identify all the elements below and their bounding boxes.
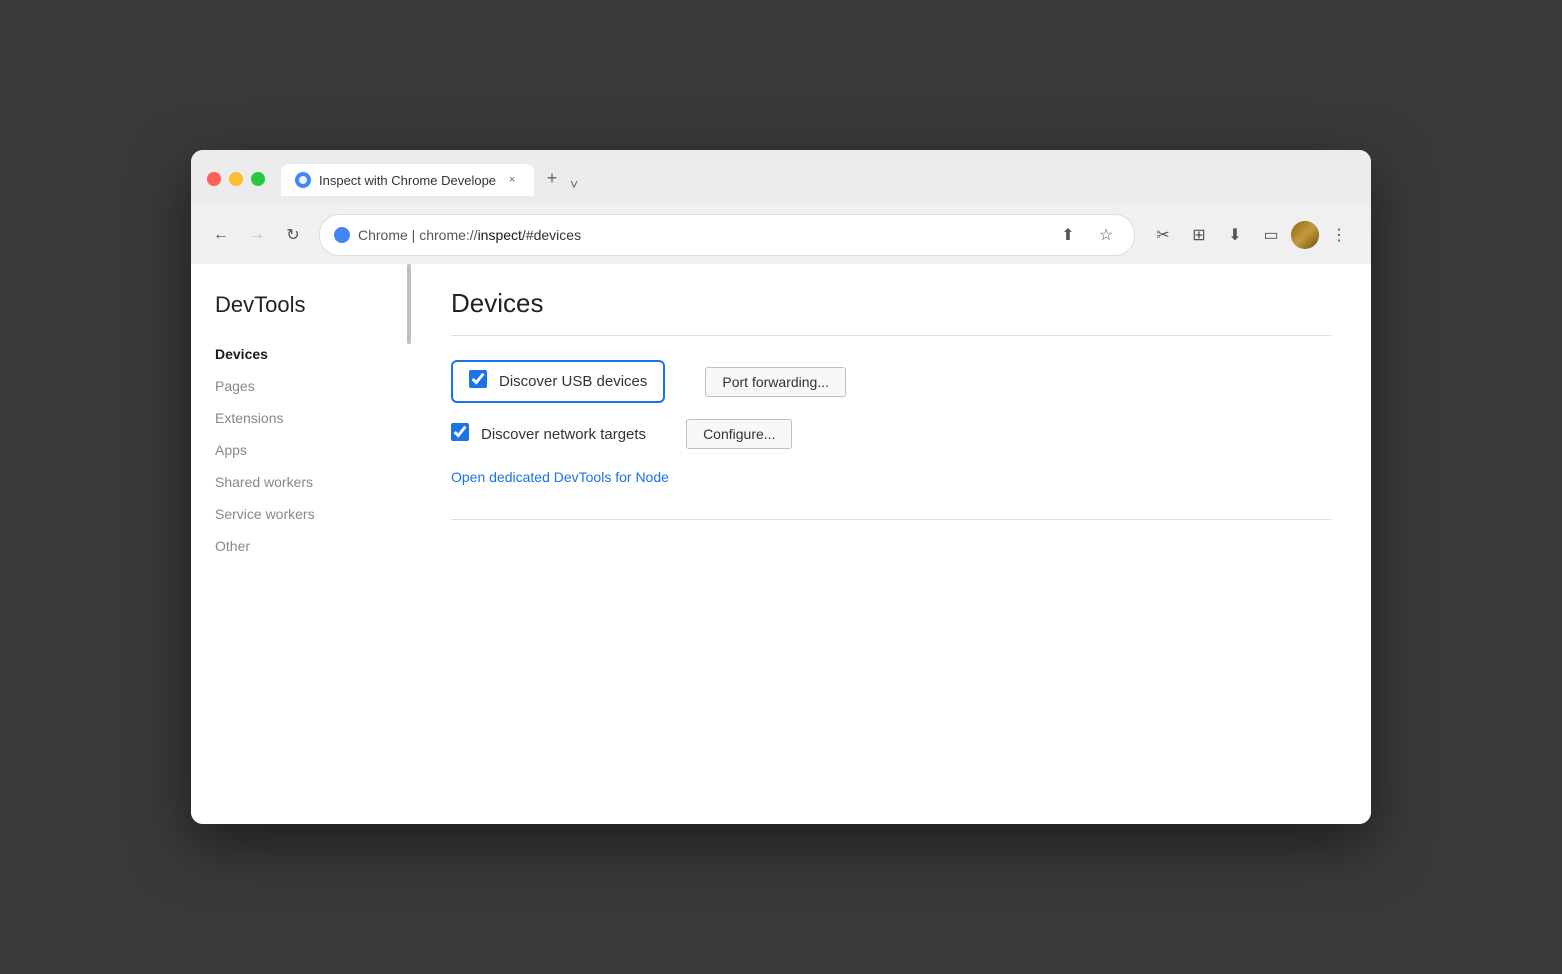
usb-option-highlighted: Discover USB devices — [451, 360, 665, 403]
close-button[interactable] — [207, 172, 221, 186]
tab-title: Inspect with Chrome Develope — [319, 173, 496, 188]
tab-list-chevron[interactable]: ˅ — [570, 176, 578, 192]
url-text: Chrome | chrome://inspect/#devices — [358, 227, 1046, 243]
discover-network-checkbox[interactable] — [451, 423, 469, 441]
port-forwarding-button[interactable]: Port forwarding... — [705, 367, 846, 397]
network-option-row: Discover network targets Configure... — [451, 419, 1331, 449]
network-checkbox-label[interactable]: Discover network targets — [451, 423, 646, 445]
maximize-button[interactable] — [251, 172, 265, 186]
tab-favicon — [295, 172, 311, 188]
url-bar[interactable]: Chrome | chrome://inspect/#devices ⬆ ☆ — [319, 214, 1135, 256]
avatar-image — [1291, 221, 1319, 249]
sidebar-item-label: Other — [215, 538, 250, 554]
address-bar: ← → ↻ Chrome | chrome://inspect/#devices… — [191, 206, 1371, 264]
bookmark-button[interactable]: ☆ — [1092, 221, 1120, 249]
tab-close-button[interactable]: × — [504, 172, 520, 188]
url-actions: ⬆ ☆ — [1054, 221, 1120, 249]
node-link-row: Open dedicated DevTools for Node — [451, 465, 1331, 487]
traffic-lights — [207, 172, 265, 186]
extensions-icon[interactable]: ⊞ — [1183, 219, 1215, 251]
sidebar-item-label: Extensions — [215, 410, 283, 426]
configure-button[interactable]: Configure... — [686, 419, 792, 449]
sidebar-item-label: Devices — [215, 346, 268, 362]
usb-checkbox-label: Discover USB devices — [499, 373, 647, 390]
new-tab-button[interactable]: + — [536, 162, 568, 194]
sidebar: DevTools Devices Pages Extensions Apps S… — [191, 264, 411, 824]
scissors-icon[interactable]: ✂ — [1147, 219, 1179, 251]
back-button[interactable]: ← — [207, 221, 235, 249]
url-scheme: Chrome | chrome:// — [358, 227, 478, 243]
discover-usb-checkbox[interactable] — [469, 370, 487, 388]
download-icon[interactable]: ⬇ — [1219, 219, 1251, 251]
sidebar-item-label: Shared workers — [215, 474, 313, 490]
sidebar-item-devices[interactable]: Devices — [191, 338, 411, 370]
browser-window: Inspect with Chrome Develope × + ˅ ← → ↻… — [191, 150, 1371, 824]
options-area: Discover USB devices Port forwarding... … — [451, 360, 1331, 487]
tab-bar: Inspect with Chrome Develope × + ˅ — [281, 162, 578, 196]
active-tab[interactable]: Inspect with Chrome Develope × — [281, 164, 534, 196]
sidebar-item-label: Service workers — [215, 506, 315, 522]
sidebar-item-label: Apps — [215, 442, 247, 458]
minimize-button[interactable] — [229, 172, 243, 186]
sidebar-title: DevTools — [191, 288, 411, 338]
share-button[interactable]: ⬆ — [1054, 221, 1082, 249]
nav-buttons: ← → ↻ — [207, 221, 307, 249]
menu-icon[interactable]: ⋮ — [1323, 219, 1355, 251]
sidebar-item-apps[interactable]: Apps — [191, 434, 411, 466]
split-icon[interactable]: ▭ — [1255, 219, 1287, 251]
site-icon — [334, 227, 350, 243]
bottom-divider — [451, 519, 1331, 520]
sidebar-item-shared-workers[interactable]: Shared workers — [191, 466, 411, 498]
avatar[interactable] — [1291, 221, 1319, 249]
usb-option-row: Discover USB devices Port forwarding... — [451, 360, 1331, 403]
url-hash: /#devices — [522, 227, 581, 243]
url-path: inspect — [478, 227, 522, 243]
sidebar-item-label: Pages — [215, 378, 255, 394]
network-checkbox-wrapper — [451, 423, 469, 445]
sidebar-scrollbar — [407, 264, 411, 344]
sidebar-item-pages[interactable]: Pages — [191, 370, 411, 402]
page-title: Devices — [451, 288, 1331, 319]
main-panel: Devices Discover USB devices Port forwar… — [411, 264, 1371, 824]
title-bar: Inspect with Chrome Develope × + ˅ — [191, 150, 1371, 206]
refresh-button[interactable]: ↻ — [279, 221, 307, 249]
sidebar-item-other[interactable]: Other — [191, 530, 411, 562]
sidebar-item-service-workers[interactable]: Service workers — [191, 498, 411, 530]
forward-button[interactable]: → — [243, 221, 271, 249]
usb-checkbox-wrapper — [469, 370, 487, 393]
title-divider — [451, 335, 1331, 336]
sidebar-item-extensions[interactable]: Extensions — [191, 402, 411, 434]
node-devtools-link[interactable]: Open dedicated DevTools for Node — [451, 469, 669, 485]
content-area: DevTools Devices Pages Extensions Apps S… — [191, 264, 1371, 824]
network-label-text: Discover network targets — [481, 426, 646, 443]
toolbar-icons: ✂ ⊞ ⬇ ▭ ⋮ — [1147, 219, 1355, 251]
